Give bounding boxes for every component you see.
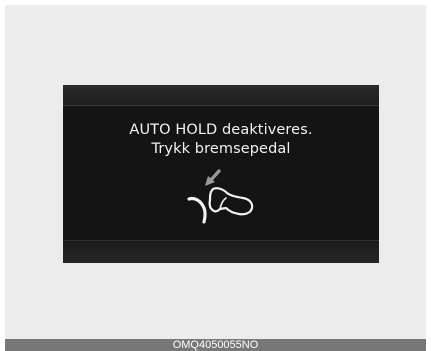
- shoe-icon: [208, 187, 254, 216]
- figure-code-caption: OMQ4050055NO: [5, 339, 426, 351]
- display-top-band: [63, 85, 379, 105]
- message-line-2: Trykk bremsepedal: [151, 141, 291, 157]
- display-top-divider: [63, 105, 379, 106]
- cluster-display: AUTO HOLD deaktiveres. Trykk bremsepedal: [63, 85, 379, 263]
- message-line-1: AUTO HOLD deaktiveres.: [129, 122, 313, 138]
- brake-pedal-press-icon: [187, 169, 254, 224]
- pedal-arc-icon: [187, 196, 207, 224]
- press-arrow-icon: [205, 169, 221, 186]
- display-bottom-band: [63, 241, 379, 263]
